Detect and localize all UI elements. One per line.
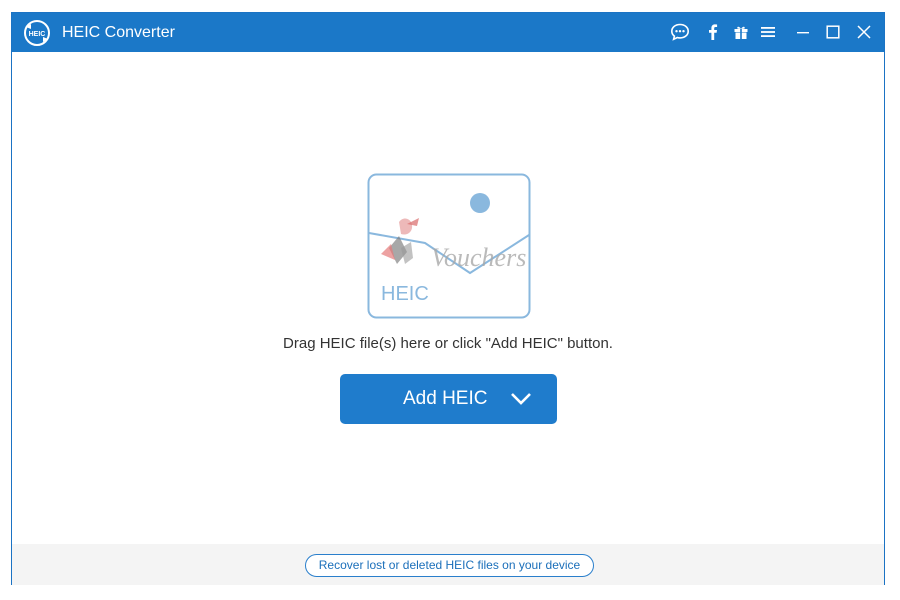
- add-heic-button-label: Add HEIC: [403, 388, 488, 409]
- chat-bubble-icon: [670, 23, 690, 41]
- close-button[interactable]: [853, 21, 875, 43]
- drop-instruction: Drag HEIC file(s) here or click "Add HEI…: [283, 335, 613, 352]
- chevron-down-icon[interactable]: [510, 391, 532, 407]
- main-menu-button[interactable]: [757, 21, 779, 43]
- maximize-button[interactable]: [822, 21, 844, 43]
- vouchers-watermark-icon: Vouchers: [381, 218, 526, 272]
- close-icon: [857, 25, 871, 39]
- minimize-icon: [797, 32, 809, 34]
- window-title: HEIC Converter: [62, 24, 175, 41]
- recover-files-link[interactable]: Recover lost or deleted HEIC files on yo…: [305, 554, 594, 577]
- menu-icon: [761, 27, 775, 37]
- facebook-icon: [709, 24, 718, 40]
- maximize-icon: [826, 25, 840, 39]
- gift-button[interactable]: [730, 21, 752, 43]
- footer-bar: Recover lost or deleted HEIC files on yo…: [12, 544, 884, 585]
- image-format-label: HEIC: [381, 283, 429, 305]
- gift-icon: [734, 26, 748, 39]
- add-heic-button[interactable]: Add HEIC: [340, 374, 557, 424]
- app-logo-icon: HEIC: [24, 20, 50, 46]
- feedback-button[interactable]: [669, 21, 691, 43]
- drop-zone[interactable]: HEIC Vouchers Drag HEIC file(s) here or …: [12, 52, 884, 544]
- app-window: HEIC HEIC Converter HEIC Vouchers Drag H…: [11, 12, 885, 585]
- watermark-text: Vouchers: [431, 243, 526, 272]
- facebook-button[interactable]: [702, 21, 724, 43]
- app-logo-text: HEIC: [29, 31, 46, 38]
- title-bar[interactable]: HEIC HEIC Converter: [12, 13, 884, 52]
- minimize-button[interactable]: [792, 21, 814, 43]
